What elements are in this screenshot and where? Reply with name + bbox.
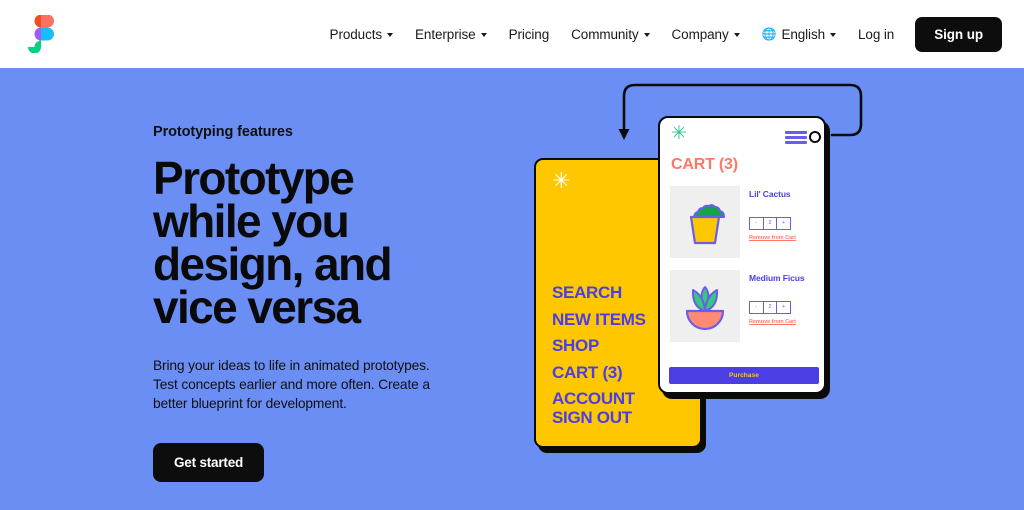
menu-link-cart[interactable]: CART (3) — [552, 360, 646, 387]
nav-item-company[interactable]: Company — [661, 19, 751, 50]
sparkle-icon: ✳ — [552, 168, 571, 193]
menu-link-new-items[interactable]: NEW ITEMS — [552, 307, 646, 334]
remove-from-cart-link[interactable]: Remove from Cart — [749, 319, 814, 325]
sparkle-icon: ✳ — [671, 123, 687, 144]
prototype-node-handle[interactable] — [809, 131, 821, 143]
decrement-button[interactable]: - — [750, 301, 764, 313]
cart-screen-header: ✳ — [660, 118, 824, 152]
quantity-stepper[interactable]: - 2 + — [749, 216, 791, 230]
cart-item-details: Medium Ficus - 2 + Remove from Cart — [740, 270, 814, 342]
nav-item-label: Products — [329, 26, 383, 42]
chevron-down-icon — [643, 32, 650, 37]
figma-logo[interactable] — [28, 15, 54, 53]
menu-links-list: SEARCH NEW ITEMS SHOP CART (3) ACCOUNT — [552, 280, 646, 413]
cart-item-details: Lil' Cactus - 2 + Remove from Cart — [740, 186, 814, 258]
quantity-value: 2 — [764, 217, 778, 229]
cart-item-row: Lil' Cactus - 2 + Remove from Cart — [660, 182, 824, 262]
chevron-down-icon — [480, 32, 487, 37]
nav-item-enterprise[interactable]: Enterprise — [404, 19, 498, 50]
cart-screen-card: ✳ CART (3) Lil' Cactus - 2 + Remove from… — [658, 116, 826, 394]
signup-button[interactable]: Sign up — [915, 16, 1002, 52]
cactus-in-yellow-pot-icon — [689, 204, 725, 245]
remove-from-cart-link[interactable]: Remove from Cart — [749, 235, 814, 241]
cart-title: CART (3) — [671, 156, 738, 173]
cart-items-list: Lil' Cactus - 2 + Remove from Cart Mediu… — [660, 182, 824, 350]
nav-item-label: Pricing — [508, 26, 550, 42]
figma-logo-icon — [28, 15, 54, 53]
quantity-value: 2 — [764, 301, 778, 313]
product-name: Medium Ficus — [749, 273, 805, 283]
ficus-in-coral-pot-icon — [685, 286, 725, 331]
hero-subtext: Bring your ideas to life in animated pro… — [153, 358, 430, 411]
hero-section: Prototyping features Prototype while you… — [0, 68, 1024, 510]
product-thumbnail — [670, 270, 740, 342]
decrement-button[interactable]: - — [750, 217, 764, 229]
increment-button[interactable]: + — [777, 218, 790, 229]
increment-button[interactable]: + — [777, 302, 790, 313]
purchase-button[interactable]: Purchase — [669, 367, 819, 384]
prototype-illustration: ✳ SEARCH NEW ITEMS SHOP CART (3) ACCOUNT… — [520, 68, 920, 510]
nav-item-label: Company — [671, 26, 729, 42]
language-label: English — [781, 26, 826, 42]
get-started-button[interactable]: Get started — [153, 443, 265, 482]
menu-link-shop[interactable]: SHOP — [552, 333, 646, 360]
nav-item-label: Community — [571, 26, 639, 42]
hamburger-icon[interactable] — [785, 131, 807, 146]
page-title: Prototype while you design, and vice ver… — [153, 152, 393, 333]
quantity-stepper[interactable]: - 2 + — [749, 300, 791, 314]
language-selector[interactable]: 🌐 English — [751, 19, 847, 50]
nav-item-pricing[interactable]: Pricing — [498, 19, 561, 50]
chevron-down-icon — [387, 32, 394, 37]
arrowhead-icon — [618, 129, 630, 140]
hero-text-block: Prototyping features Prototype while you… — [153, 124, 553, 482]
chevron-down-icon — [733, 32, 740, 37]
login-link[interactable]: Log in — [847, 19, 905, 50]
globe-icon: 🌐 — [761, 27, 777, 41]
nav-links-group: Products Enterprise Pricing Community Co… — [319, 16, 1002, 52]
chevron-down-icon — [830, 32, 837, 37]
nav-item-label: Enterprise — [415, 26, 476, 42]
login-label: Log in — [858, 26, 895, 42]
nav-item-community[interactable]: Community — [560, 19, 660, 50]
cart-item-row: Medium Ficus - 2 + Remove from Cart — [660, 266, 824, 346]
menu-link-search[interactable]: SEARCH — [552, 280, 646, 307]
hero-eyebrow: Prototyping features — [153, 124, 293, 140]
product-name: Lil' Cactus — [749, 189, 791, 199]
menu-link-sign-out[interactable]: SIGN OUT — [552, 408, 632, 428]
nav-item-products[interactable]: Products — [319, 19, 404, 50]
top-navigation-bar: Products Enterprise Pricing Community Co… — [0, 0, 1024, 68]
product-thumbnail — [670, 186, 740, 258]
